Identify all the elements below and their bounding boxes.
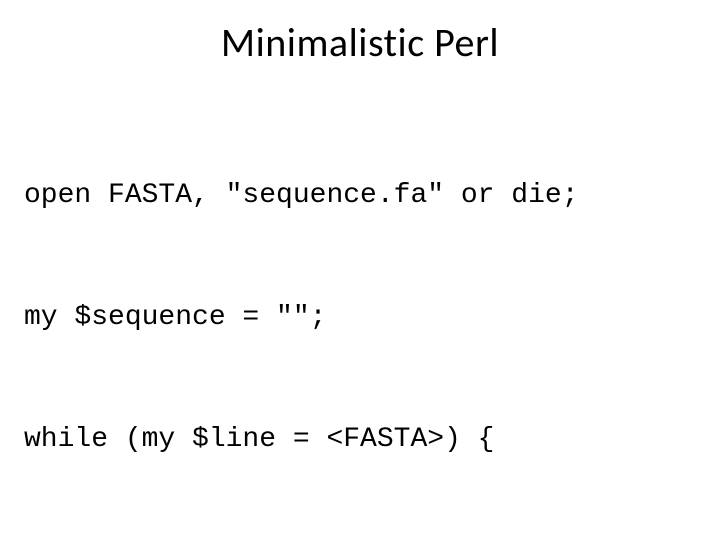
code-line: while (my $line = <FASTA>) {: [24, 420, 692, 461]
code-line: open FASTA, "sequence.fa" or die;: [24, 176, 692, 217]
code-block: open FASTA, "sequence.fa" or die; my $se…: [24, 95, 692, 540]
slide: Minimalistic Perl open FASTA, "sequence.…: [0, 0, 720, 540]
slide-title: Minimalistic Perl: [28, 18, 692, 67]
code-line: my $sequence = "";: [24, 298, 692, 339]
